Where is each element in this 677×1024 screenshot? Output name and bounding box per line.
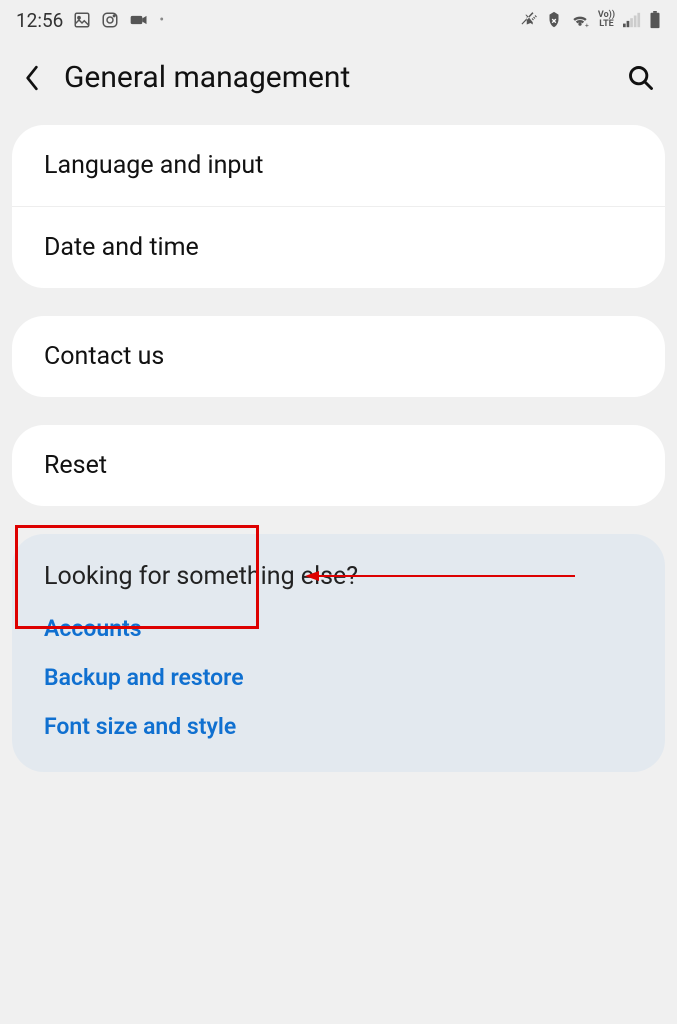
suggestion-accounts[interactable]: Accounts <box>44 615 633 642</box>
instagram-icon <box>101 11 119 29</box>
signal-icon <box>623 12 641 28</box>
suggestion-font[interactable]: Font size and style <box>44 713 633 740</box>
chevron-left-icon <box>24 65 40 91</box>
reset-item[interactable]: Reset <box>12 425 665 506</box>
battery-icon <box>649 11 661 29</box>
svg-text:+: + <box>585 22 589 29</box>
suggestions-title: Looking for something else? <box>44 562 633 591</box>
status-time: 12:56 <box>16 9 63 32</box>
data-saver-icon <box>546 11 562 29</box>
language-input-item[interactable]: Language and input <box>12 125 665 207</box>
search-button[interactable] <box>625 62 657 94</box>
wifi-icon: + <box>570 12 590 28</box>
search-icon <box>627 64 655 92</box>
contact-us-item[interactable]: Contact us <box>12 316 665 397</box>
gallery-icon <box>73 11 91 29</box>
lte-indicator: Vo)) LTE <box>598 11 615 29</box>
back-button[interactable] <box>20 66 44 90</box>
suggestion-backup[interactable]: Backup and restore <box>44 664 633 691</box>
status-left: 12:56 • <box>16 9 164 32</box>
dot-icon: • <box>159 12 164 28</box>
settings-group-1: Language and input Date and time <box>12 125 665 288</box>
video-icon <box>129 11 149 29</box>
vibrate-icon <box>520 11 538 29</box>
status-right: + Vo)) LTE <box>520 11 661 29</box>
date-time-item[interactable]: Date and time <box>12 207 665 288</box>
suggestions-card: Looking for something else? Accounts Bac… <box>12 534 665 772</box>
header: General management <box>0 40 677 125</box>
page-title: General management <box>64 60 605 95</box>
status-bar: 12:56 • + Vo)) LTE <box>0 0 677 40</box>
